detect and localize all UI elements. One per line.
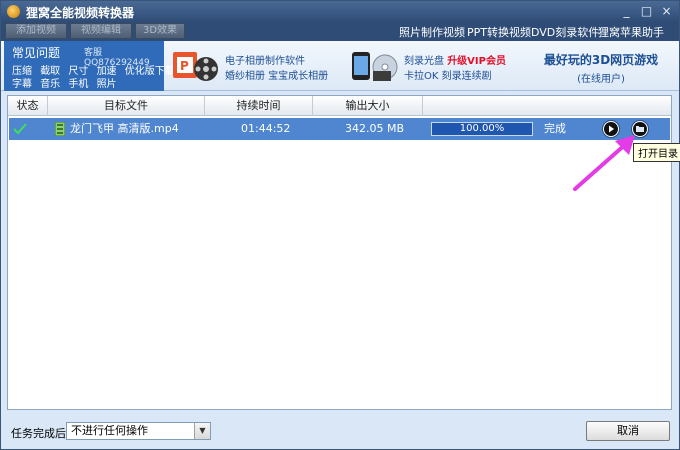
ad-album-software[interactable]: 电子相册制作软件 xyxy=(225,52,305,67)
row-output-size: 342.05 MB xyxy=(345,122,405,135)
ad-burn-disc[interactable]: 刻录光盘 升级VIP会员 xyxy=(404,52,506,67)
ad-game-title: 最好玩的3D网页游戏 xyxy=(543,53,659,67)
faq-links-row-2: 字幕 音乐 手机 照片 xyxy=(12,75,122,90)
after-task-label: 任务完成后: xyxy=(11,427,70,440)
edit-video-button[interactable]: 视频编辑 xyxy=(70,23,132,39)
faq-link-subtitle[interactable]: 字幕 xyxy=(12,79,32,90)
ad-karaoke[interactable]: 卡拉OK 刻录连续剧 xyxy=(404,67,492,82)
ppt-to-video-link[interactable]: PPT转换视频 xyxy=(467,24,531,40)
column-target-file[interactable]: 目标文件 xyxy=(48,96,205,116)
app-window: 狸窝全能视频转换器 _ □ × 添加视频 视频编辑 3D效果 照片制作视频 PP… xyxy=(0,0,680,450)
ad-3d-game[interactable]: 最好玩的3D网页游戏 (在线用户) xyxy=(526,51,676,85)
ad-burn-disc-label: 刻录光盘 xyxy=(404,56,444,67)
faq-link-download[interactable]: 优化版下载 xyxy=(125,66,175,77)
faq-link-music[interactable]: 音乐 xyxy=(40,79,60,90)
video-file-icon xyxy=(55,122,65,136)
faq-link-phone[interactable]: 手机 xyxy=(68,79,88,90)
bottom-bar: 任务完成后: 不进行任何操作 ▼ 取消 xyxy=(1,413,679,449)
row-duration: 01:44:52 xyxy=(241,122,291,135)
faq-title[interactable]: 常见问题 xyxy=(12,44,60,61)
column-status[interactable]: 状态 xyxy=(8,96,48,116)
row-file-name: 龙门飞甲 高清版.mp4 xyxy=(70,122,179,135)
add-video-button[interactable]: 添加视频 xyxy=(5,23,67,39)
row-status-text: 完成 xyxy=(544,122,566,135)
apple-helper-link[interactable]: 狸窝苹果助手 xyxy=(598,24,664,40)
after-task-select[interactable]: 不进行任何操作 ▼ xyxy=(66,422,211,440)
faq-link-photo[interactable]: 照片 xyxy=(97,79,117,90)
maximize-button[interactable]: □ xyxy=(639,4,654,18)
list-header: 状态 目标文件 持续时间 输出大小 xyxy=(8,96,671,116)
column-output-size[interactable]: 输出大小 xyxy=(313,96,423,116)
open-folder-tooltip: 打开目录 xyxy=(633,143,680,162)
faq-panel: 常见问题 客服QQ876292449 压缩 截取 尺寸 加速 优化版下载 字幕 … xyxy=(4,41,175,91)
minimize-button[interactable]: _ xyxy=(619,4,634,18)
3d-effect-button[interactable]: 3D效果 xyxy=(135,23,185,39)
row-progress-bar: 100.00% xyxy=(431,122,533,136)
phone-dvd-icon[interactable] xyxy=(349,49,399,83)
title-bar: 狸窝全能视频转换器 _ □ × xyxy=(1,1,679,22)
dvd-burn-link[interactable]: DVD刻录软件 xyxy=(531,24,599,40)
chevron-down-icon[interactable]: ▼ xyxy=(194,423,210,439)
window-title: 狸窝全能视频转换器 xyxy=(26,6,135,20)
column-duration[interactable]: 持续时间 xyxy=(205,96,313,116)
ad-banner: 常见问题 客服QQ876292449 压缩 截取 尺寸 加速 优化版下载 字幕 … xyxy=(1,41,679,91)
ad-vip-upgrade[interactable]: 升级VIP会员 xyxy=(447,56,506,67)
toolbar: 添加视频 视频编辑 3D效果 照片制作视频 PPT转换视频 DVD刻录软件 狸窝… xyxy=(1,22,679,41)
close-button[interactable]: × xyxy=(659,4,674,18)
app-logo-icon xyxy=(7,5,20,18)
after-task-value: 不进行任何操作 xyxy=(71,424,148,437)
check-icon xyxy=(13,123,27,135)
photo-to-video-link[interactable]: 照片制作视频 xyxy=(399,24,465,40)
ad-game-subtitle: (在线用户) xyxy=(577,74,625,85)
cancel-button[interactable]: 取消 xyxy=(586,421,670,441)
svg-text:P: P xyxy=(180,59,189,73)
ppt-album-icon[interactable]: P xyxy=(171,49,219,83)
row-progress-text: 100.00% xyxy=(459,123,505,134)
ad-album-types[interactable]: 婚纱相册 宝宝成长相册 xyxy=(225,67,328,82)
annotation-arrow xyxy=(573,135,635,191)
